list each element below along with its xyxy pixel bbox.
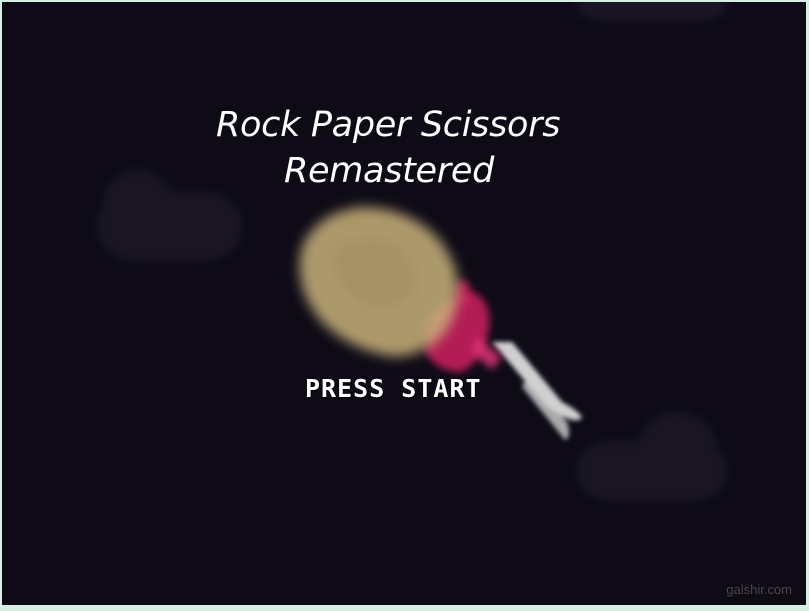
scissors-icon [492, 342, 582, 440]
rock-paper-scissors-icon [299, 207, 582, 440]
press-start-button[interactable]: PRESS START [305, 374, 482, 403]
title-line-1: Rock Paper Scissors [216, 105, 561, 145]
cloud-left [97, 170, 242, 260]
game-canvas[interactable]: Rock Paper Scissors Remastered PRESS STA… [2, 2, 806, 605]
title-line-2: Remastered [284, 151, 495, 191]
watermark: galshir.com [726, 582, 792, 597]
game-title: Rock Paper Scissors Remastered [212, 102, 632, 194]
cloud-top [577, 2, 727, 20]
rock-icon [299, 207, 459, 357]
